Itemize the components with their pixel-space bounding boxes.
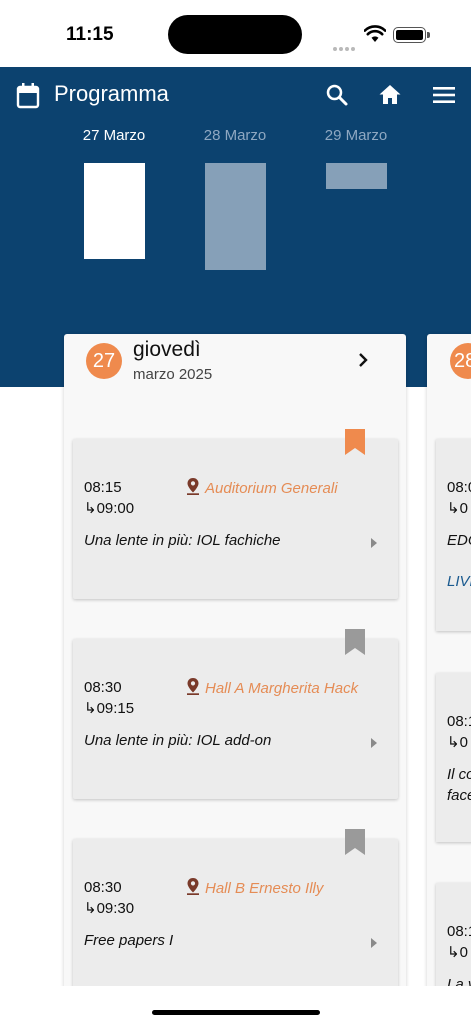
day-tab-label: 28 Marzo <box>203 127 267 144</box>
chevron-right-icon[interactable] <box>356 352 370 368</box>
session-end-time: ↳09:30 <box>84 900 135 917</box>
next-session-start: 08:1 <box>447 923 471 940</box>
calendar-icon[interactable] <box>16 83 40 109</box>
month-year-label: marzo 2025 <box>133 366 213 383</box>
day-bar-27[interactable] <box>84 163 145 259</box>
next-day-card[interactable]: 28 08:0 ↳0 EDO LIVE 08:1 ↳0 Il co face 0… <box>427 334 471 1024</box>
weekday-label: giovedì <box>133 338 201 361</box>
day-tab-label: 27 Marzo <box>82 127 146 144</box>
session-location: Auditorium Generali <box>205 480 338 497</box>
page-title: Programma <box>54 81 169 106</box>
session-end-time: ↳09:00 <box>84 500 135 517</box>
status-time: 11:15 <box>66 24 114 45</box>
home-indicator[interactable] <box>152 1010 320 1015</box>
session-card[interactable]: 08:15 ↳09:00 Auditorium Generali Una len… <box>73 429 398 599</box>
next-session-card[interactable]: 08:0 ↳0 EDO LIVE <box>436 439 471 631</box>
day-tab-28[interactable]: 28 Marzo <box>180 127 290 144</box>
cellular-signal-icon <box>333 38 357 56</box>
next-session-title: Il co <box>447 766 471 783</box>
session-title: Free papers I <box>84 932 174 949</box>
search-icon[interactable] <box>325 83 349 107</box>
caret-right-icon <box>371 738 377 748</box>
location-pin-icon <box>187 478 199 495</box>
next-session-end: ↳0 <box>447 500 468 517</box>
session-end-time: ↳09:15 <box>84 700 135 717</box>
caret-right-icon <box>371 538 377 548</box>
session-card[interactable]: 08:30 ↳09:30 Hall B Ernesto Illy Free pa… <box>73 829 398 999</box>
next-session-title: EDO <box>447 532 471 549</box>
day-tab-label: 29 Marzo <box>324 127 388 144</box>
next-session-title-cont: face <box>447 787 471 804</box>
bottom-safe-area <box>0 986 471 1024</box>
dynamic-island <box>168 15 302 54</box>
day-bar-28[interactable] <box>205 163 266 270</box>
day-card: 27 giovedì marzo 2025 08:15 ↳09:00 Audit… <box>64 334 406 1024</box>
session-location: Hall A Margherita Hack <box>205 680 359 697</box>
session-start-time: 08:15 <box>84 479 122 496</box>
next-session-end: ↳0 <box>447 734 468 751</box>
day-tab-27[interactable]: 27 Marzo <box>59 127 169 144</box>
session-card[interactable]: 08:30 ↳09:15 Hall A Margherita Hack Una … <box>73 629 398 799</box>
wifi-icon <box>364 25 386 42</box>
session-location: Hall B Ernesto Illy <box>205 880 324 897</box>
menu-icon[interactable] <box>432 83 456 107</box>
next-day-badge: 28 <box>450 343 471 379</box>
session-start-time: 08:30 <box>84 679 122 696</box>
location-pin-icon <box>187 878 199 895</box>
next-session-start: 08:0 <box>447 479 471 496</box>
day-bar-29[interactable] <box>326 163 387 189</box>
location-pin-icon <box>187 678 199 695</box>
battery-icon <box>393 27 430 43</box>
bookmark-icon[interactable] <box>345 629 365 655</box>
caret-right-icon <box>371 938 377 948</box>
session-title: Una lente in più: IOL add-on <box>84 732 272 749</box>
next-session-start: 08:1 <box>447 713 471 730</box>
next-session-end: ↳0 <box>447 944 468 961</box>
home-icon[interactable] <box>378 83 402 107</box>
next-session-link[interactable]: LIVE <box>447 573 471 590</box>
status-bar: 11:15 <box>0 0 471 67</box>
next-session-card[interactable]: 08:1 ↳0 Il co face <box>436 673 471 842</box>
bookmark-icon[interactable] <box>345 429 365 455</box>
session-title: Una lente in più: IOL fachiche <box>84 532 281 549</box>
day-tab-29[interactable]: 29 Marzo <box>301 127 411 144</box>
bookmark-icon[interactable] <box>345 829 365 855</box>
day-badge: 27 <box>86 343 122 379</box>
session-start-time: 08:30 <box>84 879 122 896</box>
